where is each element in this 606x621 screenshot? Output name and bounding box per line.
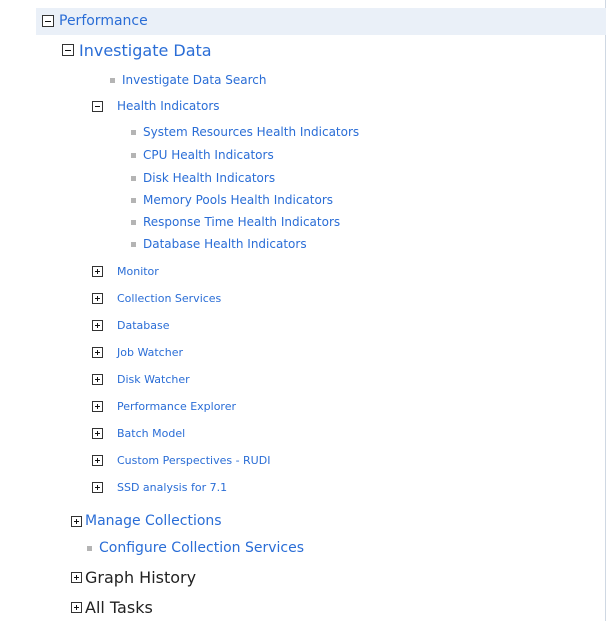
tree-node-label[interactable]: Database [117, 319, 170, 332]
tree-node-label[interactable]: Disk Watcher [117, 373, 190, 386]
collapse-icon[interactable] [42, 15, 54, 27]
tree-node-custom-perspectives[interactable]: Custom Perspectives - RUDI [92, 450, 270, 470]
tree-node-label[interactable]: SSD analysis for 7.1 [117, 481, 227, 494]
tree-node-label[interactable]: Health Indicators [117, 99, 220, 113]
expand-icon[interactable] [92, 400, 103, 412]
tree-node-label[interactable]: Job Watcher [117, 346, 183, 359]
tree-node-performance[interactable]: Performance [42, 11, 148, 31]
expand-icon[interactable] [92, 319, 103, 331]
tree-node-label[interactable]: Investigate Data [79, 41, 212, 60]
tree-node-label[interactable]: Collection Services [117, 292, 221, 305]
square-bullet-icon [131, 152, 136, 158]
expand-icon[interactable] [71, 515, 82, 527]
tree-node-health-indicators[interactable]: Health Indicators [92, 96, 220, 116]
tree-node-ssd-analysis[interactable]: SSD analysis for 7.1 [92, 477, 227, 497]
tree-node-label[interactable]: Monitor [117, 265, 159, 278]
tree-leaf-health-indicator[interactable]: Disk Health Indicators [131, 168, 275, 188]
square-bullet-icon [131, 197, 136, 203]
tree-node-disk-watcher[interactable]: Disk Watcher [92, 369, 190, 389]
expand-icon[interactable] [92, 427, 103, 439]
tree-node-label[interactable]: Database Health Indicators [143, 237, 307, 251]
square-bullet-icon [131, 175, 136, 181]
square-bullet-icon [87, 545, 92, 551]
expand-icon[interactable] [92, 346, 103, 358]
tree-node-graph-history[interactable]: Graph History [71, 567, 196, 587]
expand-icon[interactable] [92, 292, 103, 304]
tree-node-all-tasks[interactable]: All Tasks [71, 597, 153, 617]
tree-node-collection-services[interactable]: Collection Services [92, 288, 221, 308]
tree-node-label[interactable]: Batch Model [117, 427, 185, 440]
tree-node-monitor[interactable]: Monitor [92, 261, 159, 281]
tree-node-label[interactable]: Graph History [85, 568, 196, 587]
square-bullet-icon [131, 129, 136, 135]
tree-node-performance-explorer[interactable]: Performance Explorer [92, 396, 236, 416]
square-bullet-icon [131, 241, 136, 247]
tree-node-batch-model[interactable]: Batch Model [92, 423, 185, 443]
square-bullet-icon [110, 77, 115, 83]
tree-leaf-health-indicator[interactable]: CPU Health Indicators [131, 145, 274, 165]
tree-node-label[interactable]: Performance Explorer [117, 400, 236, 413]
expand-icon[interactable] [92, 454, 103, 466]
tree-leaf-health-indicator[interactable]: System Resources Health Indicators [131, 122, 359, 142]
tree-node-label[interactable]: Custom Perspectives - RUDI [117, 454, 270, 467]
tree-node-label[interactable]: System Resources Health Indicators [143, 125, 359, 139]
tree-node-label[interactable]: Disk Health Indicators [143, 171, 275, 185]
tree-node-investigate-data[interactable]: Investigate Data [62, 40, 212, 60]
expand-icon[interactable] [92, 265, 103, 277]
tree-leaf-health-indicator[interactable]: Database Health Indicators [131, 234, 307, 254]
tree-node-label[interactable]: CPU Health Indicators [143, 148, 274, 162]
expand-icon[interactable] [71, 571, 82, 583]
expand-icon[interactable] [71, 601, 82, 613]
tree-node-label[interactable]: Performance [59, 13, 148, 29]
expand-icon[interactable] [92, 481, 103, 493]
collapse-icon[interactable] [92, 100, 103, 112]
expand-icon[interactable] [92, 373, 103, 385]
tree-node-manage-collections[interactable]: Manage Collections [71, 511, 222, 531]
tree-node-label[interactable]: All Tasks [85, 598, 153, 617]
square-bullet-icon [131, 219, 136, 225]
tree-node-label[interactable]: Response Time Health Indicators [143, 215, 340, 229]
tree-node-job-watcher[interactable]: Job Watcher [92, 342, 183, 362]
tree-node-label[interactable]: Configure Collection Services [99, 540, 304, 556]
tree-node-database[interactable]: Database [92, 315, 170, 335]
tree-leaf-configure-collection-services[interactable]: Configure Collection Services [87, 538, 304, 558]
tree-leaf-health-indicator[interactable]: Memory Pools Health Indicators [131, 190, 333, 210]
navigation-tree-panel: Performance Investigate Data Investigate… [0, 0, 606, 621]
tree-leaf-health-indicator[interactable]: Response Time Health Indicators [131, 212, 340, 232]
collapse-icon[interactable] [62, 44, 74, 56]
tree-leaf-investigate-data-search[interactable]: Investigate Data Search [110, 70, 267, 90]
tree-node-label[interactable]: Investigate Data Search [122, 73, 267, 87]
tree-node-label[interactable]: Manage Collections [85, 513, 222, 529]
tree-node-label[interactable]: Memory Pools Health Indicators [143, 193, 333, 207]
